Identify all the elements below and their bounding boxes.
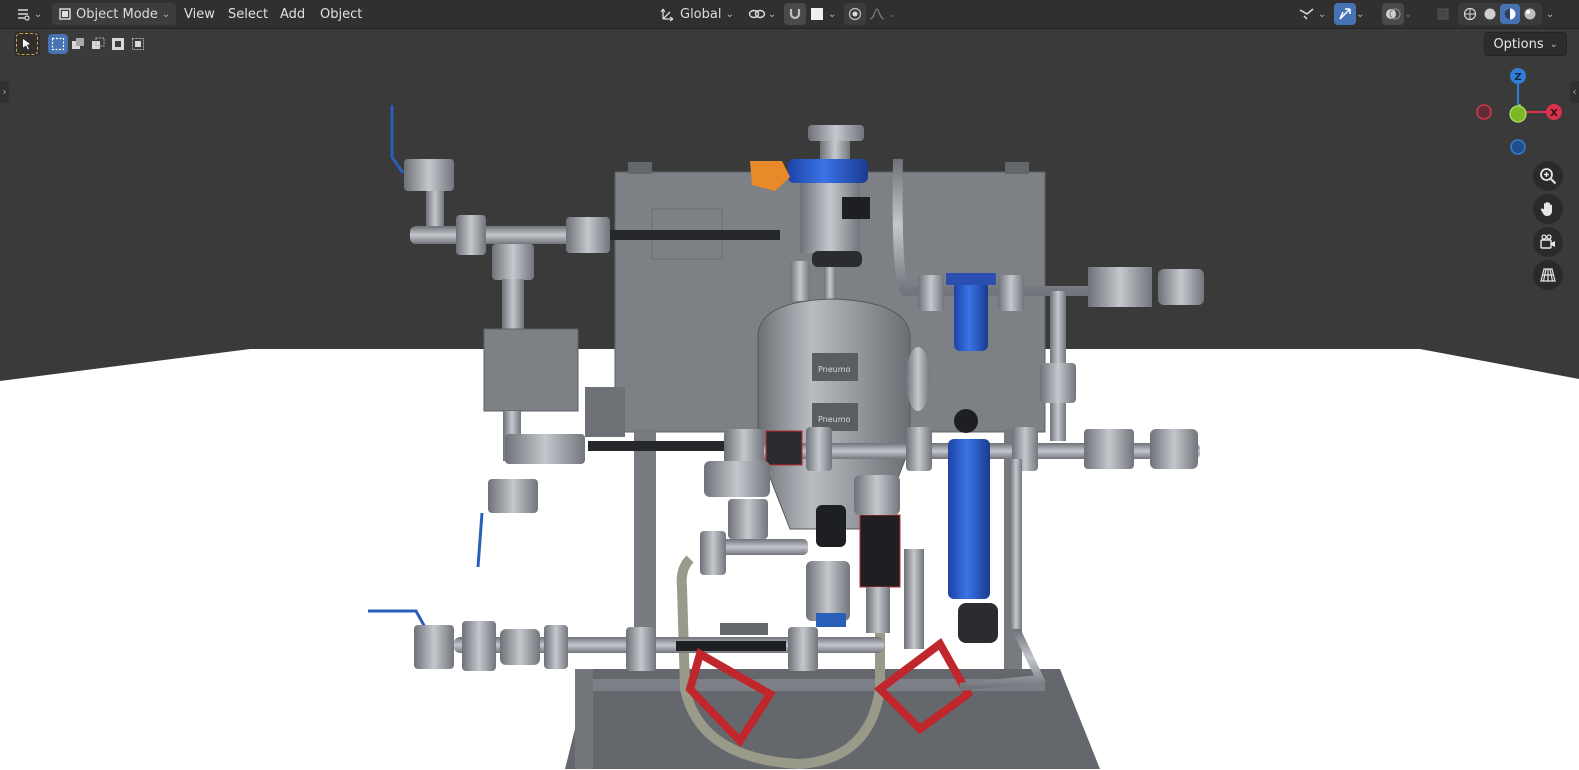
camera-view-icon — [1540, 234, 1555, 249]
camera-view-button[interactable] — [1533, 227, 1563, 257]
gizmo-axis-neg-z[interactable] — [1510, 139, 1526, 155]
chevron-down-icon: ⌄ — [1549, 38, 1558, 50]
select-intersect-icon[interactable] — [128, 34, 148, 54]
overlays-toggle[interactable]: ⌄ — [1382, 3, 1412, 25]
menu-object[interactable]: Object — [312, 3, 370, 25]
perspective-toggle-button[interactable] — [1533, 260, 1563, 290]
menu-select[interactable]: Select — [220, 3, 276, 25]
shading-solid-icon[interactable] — [1480, 4, 1500, 24]
overlays-icon — [1382, 3, 1404, 25]
menu-object-label: Object — [320, 6, 363, 22]
shading-modes: ⌄ — [1458, 3, 1554, 25]
cursor-select-icon[interactable] — [16, 33, 38, 55]
select-difference-icon[interactable] — [108, 34, 128, 54]
select-box-new-icon[interactable] — [48, 34, 68, 54]
pump-skid-model[interactable]: Pneumo Pneumo — [0, 29, 1579, 770]
select-tool-group — [14, 32, 40, 56]
snap-toggle[interactable]: ⌄ — [784, 3, 836, 25]
chevron-down-icon: ⌄ — [828, 8, 837, 20]
perspective-grid-icon — [1540, 268, 1556, 282]
mode-dropdown[interactable]: Object Mode ⌄ — [52, 3, 177, 25]
xray-icon — [1432, 3, 1454, 25]
watermark-label-2: Pneumo — [818, 415, 851, 424]
chevron-down-icon: ⌄ — [768, 8, 777, 20]
pan-hand-icon — [1540, 202, 1552, 216]
menu-add-label: Add — [280, 6, 306, 22]
shading-rendered-icon[interactable] — [1520, 4, 1540, 24]
chevron-down-icon: ⌄ — [1404, 8, 1413, 20]
selectability-visibility-icon — [1296, 3, 1318, 25]
pivot-point-dropdown[interactable]: ⌄ — [746, 3, 776, 25]
shading-wireframe-icon[interactable] — [1460, 4, 1480, 24]
select-mode-group — [46, 32, 150, 56]
zoom-icon — [1540, 168, 1557, 185]
gizmo-toggle[interactable]: ⌄ — [1334, 3, 1364, 25]
viewport-header: ⌄ Object Mode ⌄ View Select Add Object G… — [0, 0, 1579, 29]
shading-material-icon[interactable] — [1500, 4, 1520, 24]
menu-add[interactable]: Add — [272, 3, 313, 25]
chevron-down-icon: ⌄ — [34, 8, 43, 20]
editor-type-icon — [12, 3, 34, 25]
select-extend-icon[interactable] — [68, 34, 88, 54]
tool-settings-row — [14, 32, 150, 56]
menu-select-label: Select — [228, 6, 269, 22]
transform-orientation-dropdown[interactable]: Global ⌄ — [654, 3, 740, 25]
proportional-edit-icon — [844, 3, 866, 25]
visibility-dropdown[interactable]: ⌄ — [1296, 3, 1326, 25]
pan-button[interactable] — [1533, 194, 1563, 224]
chevron-down-icon: ⌄ — [161, 8, 171, 20]
chevron-down-icon: ⌄ — [888, 8, 897, 20]
watermark-label-1: Pneumo — [818, 365, 851, 374]
magnet-icon — [784, 3, 806, 25]
zoom-button[interactable] — [1533, 161, 1563, 191]
menu-view-label: View — [184, 6, 215, 22]
chevron-down-icon: ⌄ — [1318, 8, 1327, 20]
select-subtract-icon[interactable] — [88, 34, 108, 54]
3d-viewport[interactable]: Pneumo Pneumo › ‹ — [0, 29, 1579, 770]
options-dropdown[interactable]: Options ⌄ — [1484, 32, 1567, 56]
transform-orientation-icon — [660, 8, 674, 22]
xray-toggle[interactable] — [1432, 3, 1454, 25]
gizmo-icon — [1334, 3, 1356, 25]
gizmo-axis-y[interactable] — [1509, 105, 1527, 123]
object-mode-icon — [59, 8, 71, 20]
gizmo-x-label: X — [1550, 108, 1558, 119]
falloff-curve-icon[interactable] — [866, 3, 888, 25]
chevron-down-icon[interactable]: ⌄ — [1546, 9, 1554, 20]
proportional-edit-toggle[interactable]: ⌄ — [844, 3, 896, 25]
options-label: Options — [1493, 36, 1544, 52]
pivot-link-icon — [746, 3, 768, 25]
toolbar-expand-tab[interactable]: › — [0, 81, 9, 103]
mode-label: Object Mode — [76, 6, 158, 22]
navigation-gizmo[interactable]: Z X — [1476, 64, 1572, 160]
chevron-down-icon: ⌄ — [1356, 8, 1365, 20]
editor-type-button[interactable]: ⌄ — [12, 3, 42, 25]
chevron-down-icon: ⌄ — [725, 8, 734, 20]
gizmo-z-label: Z — [1514, 72, 1521, 83]
snap-increment-icon[interactable] — [806, 3, 828, 25]
menu-view[interactable]: View — [176, 3, 223, 25]
transform-orientation-label: Global — [680, 6, 722, 22]
